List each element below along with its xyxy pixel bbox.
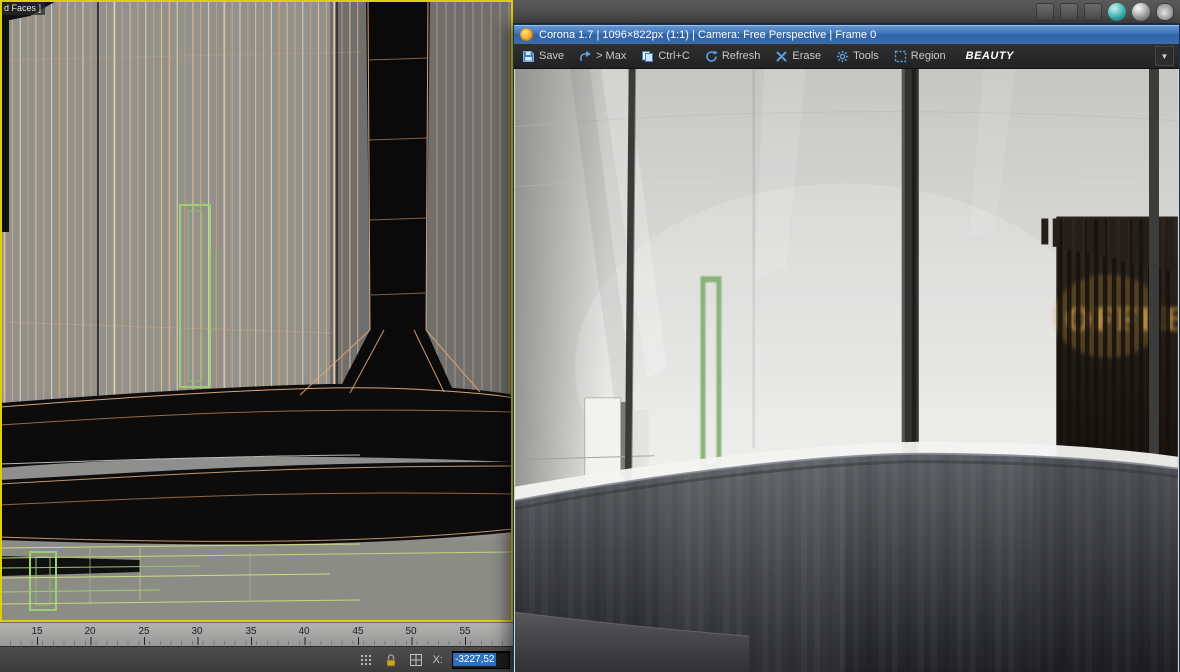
- refresh-button[interactable]: Refresh: [702, 48, 767, 65]
- rendered-image: OFFEE: [514, 69, 1179, 672]
- corona-vfb-window: Corona 1.7 | 1096×822px (1:1) | Camera: …: [513, 24, 1180, 672]
- tools-icon: [836, 50, 849, 62]
- toolbar-button-icon[interactable]: [1084, 2, 1102, 21]
- toolbar-button-icon[interactable]: [1060, 2, 1078, 21]
- selection-lock-icon[interactable]: [383, 652, 399, 668]
- time-slider-trackbar[interactable]: 15 20 25 30 35 40 45 50 55: [0, 622, 513, 646]
- render-pass-value: BEAUTY: [965, 50, 1014, 62]
- send-to-max-icon: [580, 50, 592, 61]
- x-coordinate-value: -3227,52: [453, 653, 497, 666]
- trackbar-tick: 40: [298, 626, 310, 637]
- viewport-label[interactable]: d Faces ]: [2, 2, 46, 15]
- save-icon: [523, 50, 534, 62]
- render-pass-selector[interactable]: BEAUTY ▼: [966, 46, 1174, 66]
- region-button[interactable]: Region: [891, 48, 952, 65]
- erase-icon: [776, 51, 787, 61]
- desktop: d Faces ] 15 20 25 30 35 40 45 50 55 X: …: [0, 0, 1180, 672]
- status-bar: X: -3227,52: [0, 646, 513, 672]
- send-to-max-button[interactable]: > Max: [576, 48, 632, 65]
- grid-icon[interactable]: [408, 652, 424, 668]
- trackbar-tick: 30: [191, 626, 203, 637]
- copy-icon: [642, 50, 654, 62]
- copy-to-clipboard-button[interactable]: Ctrl+C: [638, 48, 695, 65]
- corona-logo-icon: [520, 28, 533, 41]
- tools-button[interactable]: Tools: [833, 48, 885, 65]
- grid-dots-icon[interactable]: [358, 652, 374, 668]
- region-icon: [894, 50, 906, 62]
- max-main-toolbar-fragment: [513, 0, 1180, 24]
- trackbar-tick: 15: [31, 626, 43, 637]
- max-viewport[interactable]: d Faces ]: [0, 0, 513, 622]
- corona-toolbar: Save > Max Ctrl+C Refresh Erase Tools Re…: [514, 44, 1179, 69]
- erase-button[interactable]: Erase: [772, 48, 827, 65]
- chevron-down-icon[interactable]: ▼: [1155, 46, 1174, 66]
- corona-title-bar[interactable]: Corona 1.7 | 1096×822px (1:1) | Camera: …: [514, 25, 1179, 44]
- x-coordinate-label: X:: [432, 653, 443, 666]
- material-editor-sphere-icon[interactable]: [1108, 2, 1126, 21]
- render-teapot-icon[interactable]: [1156, 2, 1174, 21]
- corona-render-view[interactable]: OFFEE: [514, 69, 1179, 672]
- save-button[interactable]: Save: [519, 48, 570, 65]
- trackbar-tick: 50: [405, 626, 417, 637]
- refresh-icon: [706, 49, 718, 62]
- corona-window-title: Corona 1.7 | 1096×822px (1:1) | Camera: …: [539, 28, 877, 41]
- render-setup-sphere-icon[interactable]: [1132, 2, 1150, 21]
- toolbar-button-icon[interactable]: [1036, 2, 1054, 21]
- trackbar-tick: 20: [84, 626, 96, 637]
- trackbar-tick: 55: [459, 626, 471, 637]
- trackbar-tick: 35: [245, 626, 257, 637]
- trackbar-tick: 45: [352, 626, 364, 637]
- x-coordinate-field[interactable]: -3227,52: [452, 650, 510, 669]
- wireframe-scene: [2, 2, 511, 620]
- trackbar-tick: 25: [138, 626, 150, 637]
